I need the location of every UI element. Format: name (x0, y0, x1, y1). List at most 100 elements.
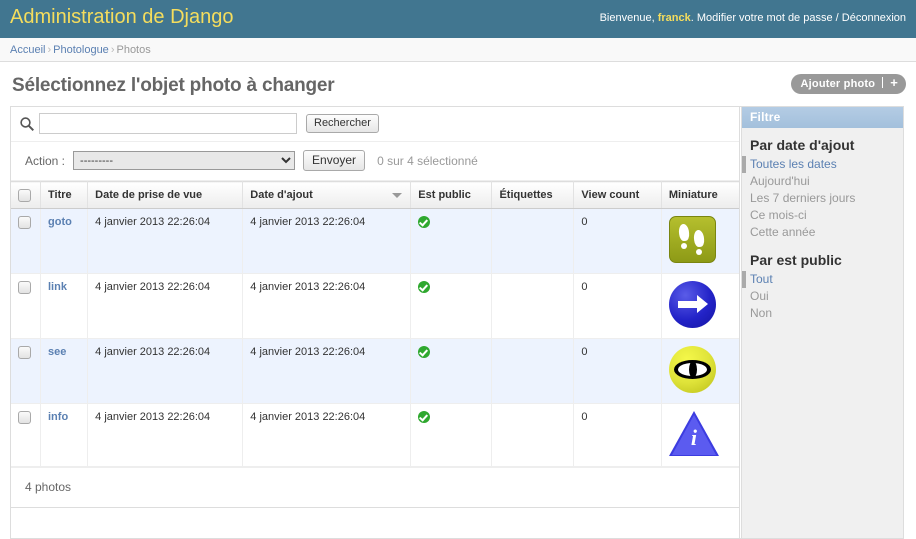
filter-option-yes-link[interactable]: Oui (750, 289, 769, 303)
table-row: link 4 janvier 2013 22:26:04 4 janvier 2… (11, 273, 739, 339)
changelist: Filtre Par date d'ajout Toutes les dates… (10, 106, 904, 539)
table-row: see 4 janvier 2013 22:26:04 4 janvier 20… (11, 338, 739, 404)
column-header-tags[interactable]: Étiquettes (491, 181, 575, 209)
sort-descending-icon[interactable] (392, 192, 403, 198)
filter-option-today[interactable]: Aujourd'hui (742, 173, 903, 190)
row-title-link[interactable]: see (48, 346, 66, 358)
cell-date-taken: 4 janvier 2013 22:26:04 (87, 208, 244, 274)
yes-icon (418, 216, 431, 228)
breadcrumb-app[interactable]: Photologue (53, 44, 109, 56)
row-select-checkbox[interactable] (18, 346, 31, 359)
row-title-link[interactable]: info (48, 411, 68, 423)
cell-title: info (40, 403, 89, 467)
content-area: Ajouter photo + Sélectionnez l'objet phot… (0, 62, 916, 539)
row-select-checkbox[interactable] (18, 281, 31, 294)
cell-title: link (40, 273, 89, 339)
cell-tags (491, 273, 575, 339)
filter-option-this-month-link[interactable]: Ce mois-ci (750, 208, 807, 222)
action-label: Action : (25, 153, 66, 168)
cell-is-public (410, 403, 493, 467)
add-photo-button[interactable]: Ajouter photo + (790, 74, 906, 94)
filter-option-today-link[interactable]: Aujourd'hui (750, 174, 810, 188)
filter-sidebar: Filtre Par date d'ajout Toutes les dates… (741, 107, 903, 538)
search-icon (20, 116, 35, 131)
cell-title: goto (40, 208, 89, 274)
filter-option-this-year[interactable]: Cette année (742, 224, 903, 241)
cell-date-taken: 4 janvier 2013 22:26:04 (87, 338, 244, 404)
action-select[interactable]: --------- (73, 151, 296, 170)
cell-thumbnail (661, 208, 739, 274)
breadcrumb: Accueil › Photologue › Photos (0, 38, 916, 62)
filter-option-no[interactable]: Non (742, 305, 903, 322)
filter-option-all[interactable]: Tout (742, 271, 903, 288)
logout-link[interactable]: Déconnexion (842, 12, 906, 24)
filter-option-all-dates-link[interactable]: Toutes les dates (750, 157, 837, 171)
filter-option-all-link[interactable]: Tout (750, 272, 773, 286)
filter-heading-is-public: Par est public (750, 252, 842, 268)
change-password-link[interactable]: Modifier votre mot de passe (697, 12, 833, 24)
plus-icon: + (882, 76, 898, 89)
select-all-checkbox[interactable] (18, 188, 31, 202)
cell-date-added: 4 janvier 2013 22:26:04 (242, 208, 412, 274)
action-counter: 0 sur 4 sélectionné (377, 153, 478, 168)
breadcrumb-home[interactable]: Accueil (10, 44, 45, 56)
row-checkbox-cell[interactable] (11, 338, 41, 404)
user-tools: Bienvenue, franck. Modifier votre mot de… (600, 12, 906, 24)
row-select-checkbox[interactable] (18, 216, 31, 229)
search-submit-button[interactable]: Rechercher (306, 114, 379, 133)
filter-option-no-link[interactable]: Non (750, 306, 772, 320)
table-row: goto 4 janvier 2013 22:26:04 4 janvier 2… (11, 208, 739, 274)
filter-option-last-7-days-link[interactable]: Les 7 derniers jours (750, 191, 855, 205)
breadcrumb-separator-1: › (47, 44, 52, 56)
search-toolbar: Rechercher (11, 107, 739, 142)
search-input[interactable] (39, 113, 297, 134)
page-title: Sélectionnez l'objet photo à changer (12, 75, 335, 96)
cell-view-count: 0 (573, 208, 662, 274)
cell-view-count: 0 (573, 403, 662, 467)
cell-tags (491, 338, 575, 404)
yes-icon (418, 346, 431, 358)
username: franck (657, 12, 691, 24)
changelist-main: Rechercher Action : --------- Envoyer 0 … (11, 107, 740, 538)
results-table-head: Titre Date de prise de vue Date d'ajout … (11, 181, 739, 209)
row-checkbox-cell[interactable] (11, 403, 41, 467)
row-title-link[interactable]: goto (48, 216, 72, 228)
blue-arrow-thumbnail (668, 281, 716, 328)
column-header-is-public[interactable]: Est public (410, 181, 493, 209)
welcome-prefix: Bienvenue, (599, 12, 655, 24)
column-header-title[interactable]: Titre (40, 181, 89, 209)
action-submit-button[interactable]: Envoyer (303, 150, 366, 171)
welcome-suffix: . (690, 12, 694, 24)
cell-date-taken: 4 janvier 2013 22:26:04 (87, 403, 244, 467)
column-header-view-count[interactable]: View count (573, 181, 662, 209)
row-title-link[interactable]: link (48, 281, 67, 293)
filter-option-yes[interactable]: Oui (742, 288, 903, 305)
filter-list-date-added: Toutes les dates Aujourd'hui Les 7 derni… (742, 156, 903, 241)
filter-option-this-year-link[interactable]: Cette année (750, 225, 815, 239)
column-header-date-added[interactable]: Date d'ajout (242, 181, 412, 209)
breadcrumb-current: Photos (116, 44, 151, 56)
column-header-select-all[interactable] (11, 181, 41, 209)
object-tools: Ajouter photo + (790, 74, 906, 94)
filter-option-last-7-days[interactable]: Les 7 derniers jours (742, 190, 903, 207)
changelist-wrapper: Filtre Par date d'ajout Toutes les dates… (10, 106, 906, 539)
column-header-thumbnail: Miniature (661, 181, 739, 209)
cell-date-added: 4 janvier 2013 22:26:04 (242, 403, 412, 467)
row-checkbox-cell[interactable] (11, 273, 41, 339)
changelist-footer-space (11, 508, 739, 538)
filter-list-is-public: Tout Oui Non (742, 271, 903, 322)
paginator: 4 photos (11, 467, 739, 508)
yes-icon (418, 281, 431, 293)
filter-option-all-dates[interactable]: Toutes les dates (742, 156, 903, 173)
user-tools-separator: / (835, 12, 839, 24)
filter-option-this-month[interactable]: Ce mois-ci (742, 207, 903, 224)
site-title: Administration de Django (10, 6, 234, 28)
cell-thumbnail (661, 273, 739, 339)
row-checkbox-cell[interactable] (11, 208, 41, 274)
cell-tags (491, 208, 575, 274)
table-header-row: Titre Date de prise de vue Date d'ajout … (11, 181, 739, 209)
row-select-checkbox[interactable] (18, 411, 31, 424)
column-header-date-taken[interactable]: Date de prise de vue (87, 181, 244, 209)
cell-is-public (410, 338, 493, 404)
cell-date-added: 4 janvier 2013 22:26:04 (242, 273, 412, 339)
